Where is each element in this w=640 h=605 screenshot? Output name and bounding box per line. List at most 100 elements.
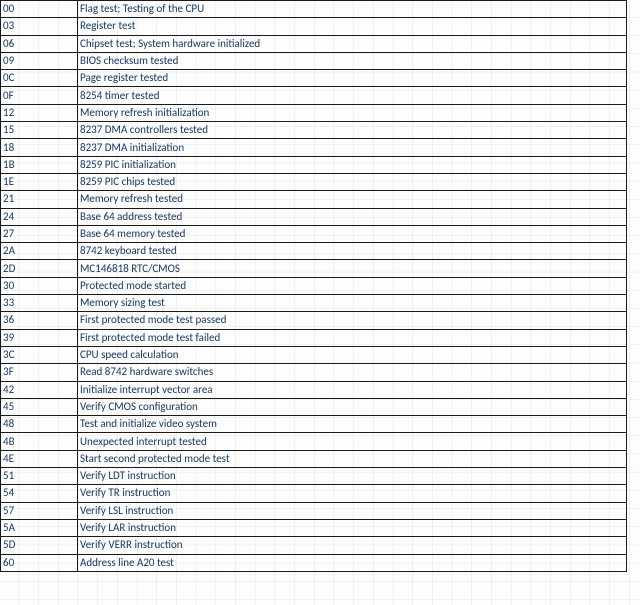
description-cell[interactable]: Verify LSL instruction bbox=[78, 502, 627, 519]
table-row: 4EStart second protected mode test bbox=[1, 450, 627, 467]
code-cell[interactable]: 00 bbox=[1, 1, 78, 18]
table-row: 0F8254 timer tested bbox=[1, 87, 627, 104]
code-cell[interactable]: 4B bbox=[1, 433, 78, 450]
description-cell[interactable]: 8259 PIC initialization bbox=[78, 156, 627, 173]
table-row: 45Verify CMOS configuration bbox=[1, 398, 627, 415]
description-cell[interactable]: Base 64 memory tested bbox=[78, 225, 627, 242]
code-cell[interactable]: 3F bbox=[1, 364, 78, 381]
table-row: 60Address line A20 test bbox=[1, 554, 627, 571]
code-cell[interactable]: 5A bbox=[1, 519, 78, 536]
code-cell[interactable]: 0C bbox=[1, 70, 78, 87]
description-cell[interactable]: 8237 DMA controllers tested bbox=[78, 122, 627, 139]
description-cell[interactable]: Memory refresh tested bbox=[78, 191, 627, 208]
code-cell[interactable]: 21 bbox=[1, 191, 78, 208]
table-row: 27Base 64 memory tested bbox=[1, 225, 627, 242]
description-cell[interactable]: Read 8742 hardware switches bbox=[78, 364, 627, 381]
description-cell[interactable]: Memory sizing test bbox=[78, 295, 627, 312]
description-cell[interactable]: Flag test; Testing of the CPU bbox=[78, 1, 627, 18]
code-cell[interactable]: 09 bbox=[1, 52, 78, 69]
code-cell[interactable]: 42 bbox=[1, 381, 78, 398]
table-row: 36First protected mode test passed bbox=[1, 312, 627, 329]
description-cell[interactable]: Address line A20 test bbox=[78, 554, 627, 571]
description-cell[interactable]: Verify LAR instruction bbox=[78, 519, 627, 536]
code-cell[interactable]: 57 bbox=[1, 502, 78, 519]
code-cell[interactable]: 15 bbox=[1, 122, 78, 139]
table-row: 48Test and initialize video system bbox=[1, 416, 627, 433]
table-row: 158237 DMA controllers tested bbox=[1, 122, 627, 139]
code-cell[interactable]: 06 bbox=[1, 35, 78, 52]
description-cell[interactable]: Test and initialize video system bbox=[78, 416, 627, 433]
description-cell[interactable]: Chipset test; System hardware initialize… bbox=[78, 35, 627, 52]
code-cell[interactable]: 54 bbox=[1, 485, 78, 502]
description-cell[interactable]: 8254 timer tested bbox=[78, 87, 627, 104]
table-row: 12Memory refresh initialization bbox=[1, 104, 627, 121]
description-cell[interactable]: 8237 DMA initialization bbox=[78, 139, 627, 156]
code-cell[interactable]: 48 bbox=[1, 416, 78, 433]
table-row: 3FRead 8742 hardware switches bbox=[1, 364, 627, 381]
table-row: 06Chipset test; System hardware initiali… bbox=[1, 35, 627, 52]
description-cell[interactable]: Verify LDT instruction bbox=[78, 468, 627, 485]
description-cell[interactable]: Protected mode started bbox=[78, 277, 627, 294]
code-cell[interactable]: 60 bbox=[1, 554, 78, 571]
table-row: 5DVerify VERR instruction bbox=[1, 537, 627, 554]
code-cell[interactable]: 5D bbox=[1, 537, 78, 554]
code-cell[interactable]: 39 bbox=[1, 329, 78, 346]
table-row: 188237 DMA initialization bbox=[1, 139, 627, 156]
table-row: 2DMC146818 RTC/CMOS bbox=[1, 260, 627, 277]
table-row: 30Protected mode started bbox=[1, 277, 627, 294]
table-row: 1B8259 PIC initialization bbox=[1, 156, 627, 173]
table-row: 00Flag test; Testing of the CPU bbox=[1, 1, 627, 18]
description-cell[interactable]: Start second protected mode test bbox=[78, 450, 627, 467]
code-cell[interactable]: 51 bbox=[1, 468, 78, 485]
description-cell[interactable]: CPU speed calculation bbox=[78, 346, 627, 363]
code-cell[interactable]: 33 bbox=[1, 295, 78, 312]
code-cell[interactable]: 2D bbox=[1, 260, 78, 277]
table-row: 3CCPU speed calculation bbox=[1, 346, 627, 363]
description-cell[interactable]: Initialize interrupt vector area bbox=[78, 381, 627, 398]
table-row: 54Verify TR instruction bbox=[1, 485, 627, 502]
description-cell[interactable]: MC146818 RTC/CMOS bbox=[78, 260, 627, 277]
table-row: 21Memory refresh tested bbox=[1, 191, 627, 208]
table-row: 1E8259 PIC chips tested bbox=[1, 173, 627, 190]
code-cell[interactable]: 30 bbox=[1, 277, 78, 294]
table-row: 57Verify LSL instruction bbox=[1, 502, 627, 519]
table-row: 0CPage register tested bbox=[1, 70, 627, 87]
code-cell[interactable]: 03 bbox=[1, 18, 78, 35]
description-cell[interactable]: BIOS checksum tested bbox=[78, 52, 627, 69]
description-cell[interactable]: Verify TR instruction bbox=[78, 485, 627, 502]
code-cell[interactable]: 0F bbox=[1, 87, 78, 104]
code-cell[interactable]: 45 bbox=[1, 398, 78, 415]
table-row: 5AVerify LAR instruction bbox=[1, 519, 627, 536]
table-row: 51Verify LDT instruction bbox=[1, 468, 627, 485]
table-row: 4BUnexpected interrupt tested bbox=[1, 433, 627, 450]
description-cell[interactable]: First protected mode test passed bbox=[78, 312, 627, 329]
table-row: 39First protected mode test failed bbox=[1, 329, 627, 346]
code-cell[interactable]: 3C bbox=[1, 346, 78, 363]
table-row: 09BIOS checksum tested bbox=[1, 52, 627, 69]
description-cell[interactable]: Register test bbox=[78, 18, 627, 35]
code-cell[interactable]: 1B bbox=[1, 156, 78, 173]
spreadsheet-area: 00Flag test; Testing of the CPU03Registe… bbox=[0, 0, 640, 605]
description-cell[interactable]: Verify VERR instruction bbox=[78, 537, 627, 554]
description-cell[interactable]: Page register tested bbox=[78, 70, 627, 87]
description-cell[interactable]: 8259 PIC chips tested bbox=[78, 173, 627, 190]
table-row: 33Memory sizing test bbox=[1, 295, 627, 312]
code-cell[interactable]: 1E bbox=[1, 173, 78, 190]
table-row: 24Base 64 address tested bbox=[1, 208, 627, 225]
code-cell[interactable]: 4E bbox=[1, 450, 78, 467]
code-cell[interactable]: 24 bbox=[1, 208, 78, 225]
code-cell[interactable]: 2A bbox=[1, 243, 78, 260]
table-row: 03Register test bbox=[1, 18, 627, 35]
code-cell[interactable]: 12 bbox=[1, 104, 78, 121]
code-cell[interactable]: 18 bbox=[1, 139, 78, 156]
code-cell[interactable]: 36 bbox=[1, 312, 78, 329]
code-cell[interactable]: 27 bbox=[1, 225, 78, 242]
table-row: 2A8742 keyboard tested bbox=[1, 243, 627, 260]
description-cell[interactable]: Verify CMOS configuration bbox=[78, 398, 627, 415]
description-cell[interactable]: 8742 keyboard tested bbox=[78, 243, 627, 260]
description-cell[interactable]: Unexpected interrupt tested bbox=[78, 433, 627, 450]
description-cell[interactable]: First protected mode test failed bbox=[78, 329, 627, 346]
post-codes-table: 00Flag test; Testing of the CPU03Registe… bbox=[0, 0, 627, 572]
description-cell[interactable]: Memory refresh initialization bbox=[78, 104, 627, 121]
description-cell[interactable]: Base 64 address tested bbox=[78, 208, 627, 225]
